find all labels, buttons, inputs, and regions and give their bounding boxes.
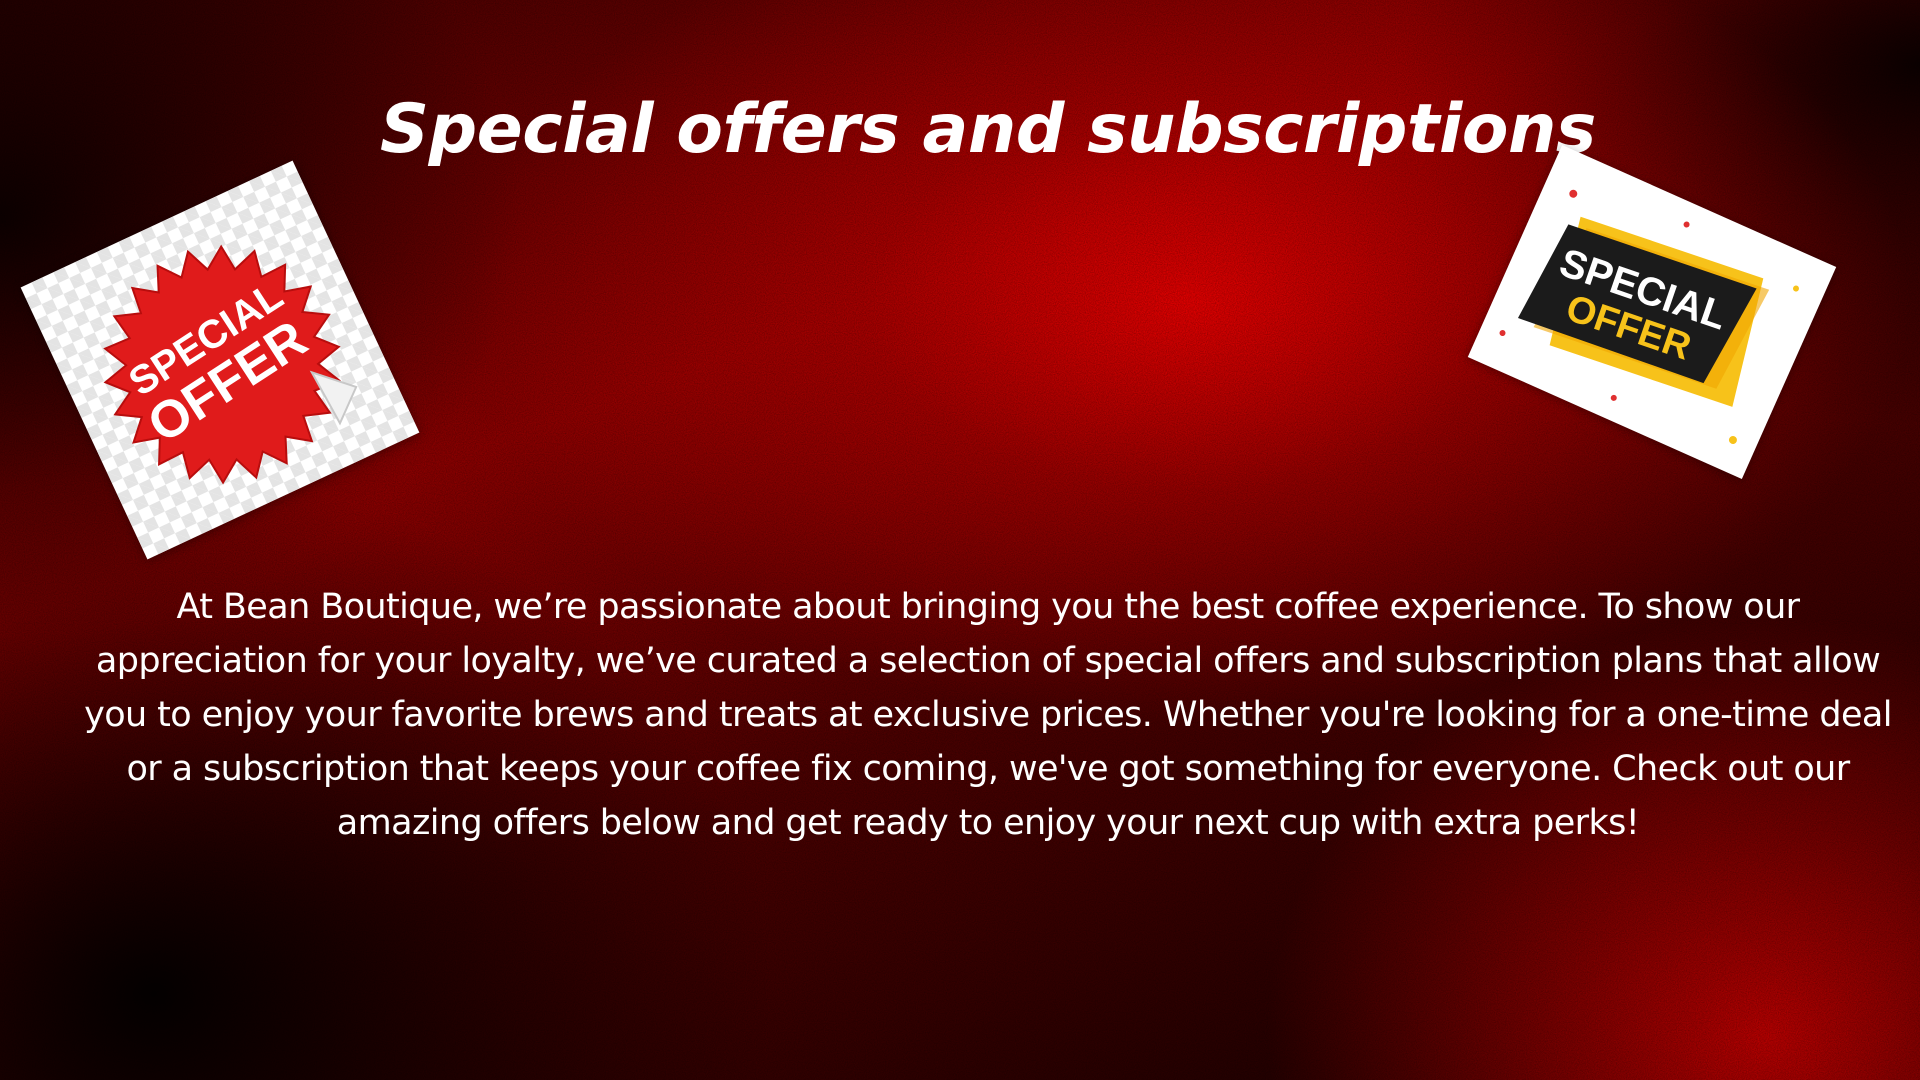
special-offer-sticker-left: SPECIAL OFFER [20,160,420,560]
special-offer-banner-icon: SPECIAL OFFER [1499,189,1799,444]
special-offer-sticker-right: SPECIAL OFFER [1467,145,1837,479]
intro-paragraph: At Bean Boutique, we’re passionate about… [84,587,1892,843]
page-title: Special offers and subscriptions [380,90,1596,169]
special-offer-starburst-icon: SPECIAL OFFER [103,244,358,485]
